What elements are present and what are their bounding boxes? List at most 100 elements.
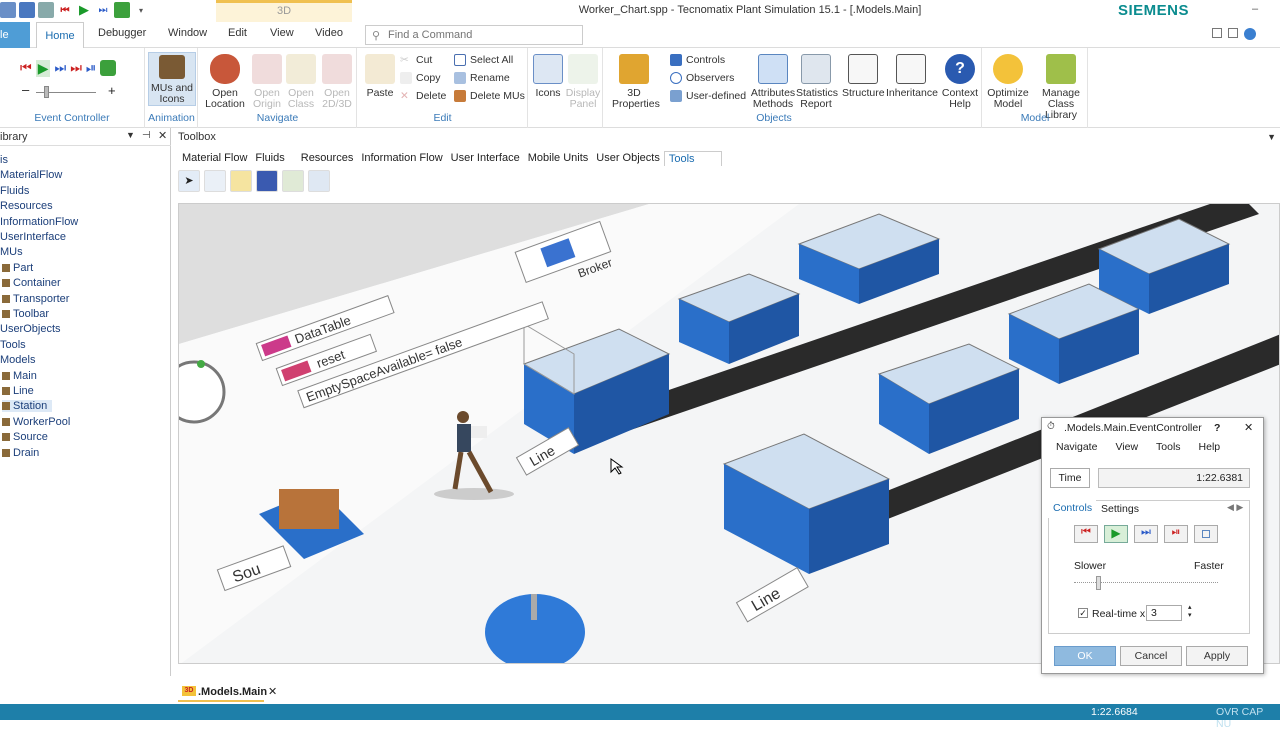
help-button[interactable]: ? xyxy=(1214,422,1220,434)
slider-thumb[interactable] xyxy=(1096,576,1101,590)
tab-user-interface[interactable]: User Interface xyxy=(447,151,524,166)
tab-mobile-units[interactable]: Mobile Units xyxy=(524,151,593,166)
inheritance-button[interactable]: Inheritance xyxy=(886,54,938,99)
tab-information-flow[interactable]: Information Flow xyxy=(357,151,446,166)
optimize-model-button[interactable]: Optimize Model xyxy=(987,54,1029,110)
open-2d3d-button[interactable]: Open 2D/3D xyxy=(319,54,355,110)
tab-home[interactable]: Home xyxy=(36,22,84,49)
tab-settings[interactable]: Settings xyxy=(1101,503,1139,515)
ga-icon[interactable] xyxy=(282,170,304,192)
save-as-icon[interactable] xyxy=(38,2,54,18)
3d-properties-button[interactable]: 3D Properties xyxy=(612,54,660,110)
apply-button[interactable]: Apply xyxy=(1186,646,1248,666)
realtime-checkbox[interactable]: ✓ xyxy=(1078,608,1088,618)
library-item[interactable]: Transporter xyxy=(2,293,69,305)
open-origin-button[interactable]: Open Origin xyxy=(249,54,285,110)
delete-button[interactable]: ✕ Delete xyxy=(400,90,446,102)
library-item[interactable]: MUs xyxy=(0,246,23,258)
command-search[interactable]: ⚲ xyxy=(365,25,583,45)
statistics-report-button[interactable]: Statistics Report xyxy=(796,54,838,110)
new-icon[interactable] xyxy=(0,2,16,18)
library-item[interactable]: Part xyxy=(2,262,33,274)
library-item[interactable]: UserInterface xyxy=(0,231,66,243)
tab-video[interactable]: Video xyxy=(315,27,343,39)
tab-user-objects[interactable]: User Objects xyxy=(592,151,664,166)
context-help-button[interactable]: ? Context Help xyxy=(940,54,980,110)
open-class-button[interactable]: Open Class xyxy=(285,54,317,110)
minimize-icon[interactable]: – xyxy=(1252,3,1258,15)
library-item[interactable]: MaterialFlow xyxy=(0,169,62,181)
reset-icon[interactable]: ⏮ xyxy=(20,60,32,77)
realtime-factor-input[interactable]: 3 xyxy=(1146,605,1182,621)
pointer-icon[interactable]: ➤ xyxy=(178,170,200,192)
gear-icon[interactable] xyxy=(256,170,278,192)
menu-tools[interactable]: Tools xyxy=(1156,441,1181,453)
library-item[interactable]: Station xyxy=(2,400,52,413)
restore-icon[interactable] xyxy=(1212,28,1222,38)
library-item[interactable]: Resources xyxy=(0,200,53,212)
start-icon[interactable]: ▶ xyxy=(76,2,92,18)
user-defined-button[interactable]: User-defined xyxy=(670,90,746,102)
tab-material-flow[interactable]: Material Flow xyxy=(178,151,251,166)
library-item[interactable]: Main xyxy=(2,370,37,382)
library-item[interactable]: Toolbar xyxy=(2,308,49,320)
start-icon[interactable]: ▶ xyxy=(1104,525,1128,543)
fast-forward-icon[interactable]: ⏭ xyxy=(1134,525,1158,543)
customize-qat-icon[interactable]: ▾ xyxy=(133,2,149,18)
library-item[interactable]: WorkerPool xyxy=(2,416,70,428)
step-icon[interactable]: ⏯ xyxy=(1164,525,1188,543)
menu-help[interactable]: Help xyxy=(1199,441,1221,453)
close-icon[interactable]: ✕ xyxy=(158,129,167,142)
close-icon[interactable]: ✕ xyxy=(268,685,277,698)
library-item[interactable]: is xyxy=(0,154,8,166)
structure-button[interactable]: Structure xyxy=(842,54,885,99)
start-icon[interactable]: ▶ xyxy=(35,60,51,77)
close-icon[interactable]: ✕ xyxy=(1244,421,1253,434)
pin-icon[interactable]: ⊣ xyxy=(142,130,151,141)
library-item[interactable]: Drain xyxy=(2,447,39,459)
cut-button[interactable]: ✂ Cut xyxy=(400,54,432,66)
tab-scroll-arrows[interactable]: ◀ ▶ xyxy=(1227,502,1243,513)
library-item[interactable]: Tools xyxy=(0,339,26,351)
tab-resources[interactable]: Resources xyxy=(297,151,358,166)
library-item[interactable]: Line xyxy=(2,385,34,397)
library-item[interactable]: Source xyxy=(2,431,48,443)
tab-file[interactable]: le xyxy=(0,22,30,48)
chevron-down-icon[interactable]: ▼ xyxy=(1267,132,1276,142)
mus-and-icons-button[interactable]: MUs and Icons xyxy=(148,52,196,106)
spinner-icon[interactable]: ▴ ▾ xyxy=(1188,604,1192,620)
manage-class-library-button[interactable]: Manage Class Library xyxy=(1033,54,1089,121)
library-item[interactable]: Models xyxy=(0,354,35,366)
settings-icon[interactable] xyxy=(100,60,117,76)
library-item[interactable]: InformationFlow xyxy=(0,216,78,228)
display-panel-button[interactable]: Display Panel xyxy=(565,54,601,110)
library-item[interactable]: Container xyxy=(2,277,61,289)
chevron-down-icon[interactable]: ▼ xyxy=(126,130,135,140)
chart-icon[interactable] xyxy=(204,170,226,192)
tab-window[interactable]: Window xyxy=(168,27,207,39)
select-all-button[interactable]: Select All xyxy=(454,54,513,66)
reset-icon[interactable]: ⏮ xyxy=(57,2,73,18)
menu-view[interactable]: View xyxy=(1115,441,1138,453)
controls-button[interactable]: Controls xyxy=(670,54,725,66)
help-icon[interactable] xyxy=(1244,28,1256,40)
maximize-icon[interactable] xyxy=(1228,28,1238,38)
delete-mus-button[interactable]: Delete MUs xyxy=(454,90,525,102)
cancel-button[interactable]: Cancel xyxy=(1120,646,1182,666)
library-item[interactable]: UserObjects xyxy=(0,323,61,335)
lightning-icon[interactable] xyxy=(230,170,252,192)
tab-tools[interactable]: Tools xyxy=(663,151,722,166)
library-item[interactable]: Fluids xyxy=(0,185,29,197)
step-icon[interactable] xyxy=(114,2,130,18)
fast-forward-icon[interactable]: ⏭ xyxy=(95,2,111,18)
speed-slider[interactable] xyxy=(1074,576,1218,590)
step-icon[interactable]: ⏯ xyxy=(86,60,96,77)
dialog-titlebar[interactable]: ⏱ .Models.Main.EventController ? ✕ xyxy=(1042,418,1263,438)
tab-controls[interactable]: Controls xyxy=(1048,500,1096,518)
fast-forward-icon[interactable]: ⏭ xyxy=(54,60,66,77)
context-tab-3d[interactable]: 3D xyxy=(216,0,352,22)
tab-edit[interactable]: Edit xyxy=(228,27,247,39)
search-input[interactable] xyxy=(388,28,578,42)
tab-view[interactable]: View xyxy=(270,27,294,39)
icons-button[interactable]: Icons xyxy=(533,54,563,99)
